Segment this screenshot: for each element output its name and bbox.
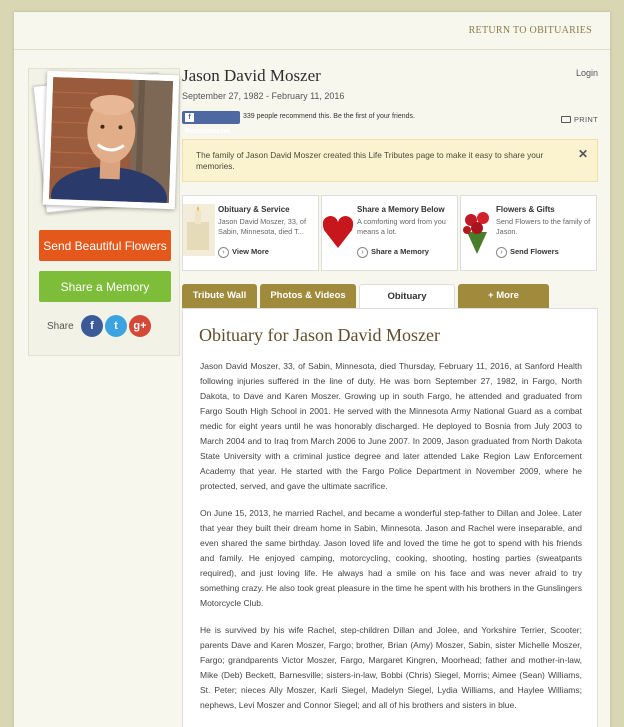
tab-obituary[interactable]: Obituary <box>359 284 455 309</box>
share-row: Share f t g+ <box>29 315 181 341</box>
card-desc: Jason David Moszer, 33, of Sabin, Minnes… <box>218 217 307 236</box>
facebook-logo-icon: f <box>185 113 194 122</box>
portrait-image <box>48 76 174 204</box>
recommend-label: Recommend <box>185 126 231 135</box>
heart-icon <box>322 204 354 256</box>
card-action-label: View More <box>232 247 269 256</box>
card-desc: Send Flowers to the family of Jason. <box>496 217 591 236</box>
obituary-paragraph: Jason David Moszer, 33, of Sabin, Minnes… <box>200 361 582 491</box>
life-dates: September 27, 1982 - February 11, 2016 <box>182 91 345 101</box>
close-icon[interactable]: ✕ <box>578 148 588 160</box>
send-flowers-button[interactable]: Send Beautiful Flowers <box>39 230 171 261</box>
share-label: Share <box>47 321 74 332</box>
arrow-right-icon: › <box>357 247 368 258</box>
send-flowers-link[interactable]: › Send Flowers <box>496 247 559 258</box>
tab-tribute-wall[interactable]: Tribute Wall <box>182 284 257 308</box>
share-memory-link[interactable]: › Share a Memory <box>357 247 429 258</box>
facebook-recommend-button[interactable]: f Recommend <box>182 111 240 135</box>
return-to-obituaries-link[interactable]: RETURN TO OBITUARIES <box>469 25 592 36</box>
obituary-title: Obituary for Jason David Moszer <box>199 325 440 345</box>
sidebar: Send Beautiful Flowers Share a Memory Sh… <box>28 68 180 356</box>
page-container: RETURN TO OBITUARIES Send Beautiful Flow… <box>14 12 610 727</box>
top-bar: RETURN TO OBITUARIES <box>14 12 610 50</box>
card-title: Obituary & Service <box>218 205 290 214</box>
card-flowers-gifts[interactable]: Flowers & Gifts Send Flowers to the fami… <box>460 195 597 271</box>
print-label: PRINT <box>574 115 598 124</box>
photo-stack <box>32 70 181 214</box>
obituary-paragraph: He is survived by his wife Rachel, step-… <box>200 625 582 710</box>
flowers-icon <box>461 204 493 256</box>
obituary-paragraph: On June 15, 2013, he married Rachel, and… <box>200 508 582 608</box>
notice-banner: The family of Jason David Moszer created… <box>182 139 598 182</box>
card-action-label: Send Flowers <box>510 247 559 256</box>
deceased-name: Jason David Moszer <box>182 66 321 85</box>
obituary-text: Jason David Moszer, 33, of Sabin, Minnes… <box>200 359 582 725</box>
card-title: Share a Memory Below <box>357 205 445 214</box>
card-obituary-service[interactable]: Obituary & Service Jason David Moszer, 3… <box>182 195 319 271</box>
tab-photos-videos[interactable]: Photos & Videos <box>260 284 356 308</box>
facebook-share-icon[interactable]: f <box>81 315 103 337</box>
candle-book-icon <box>183 204 215 256</box>
card-title: Flowers & Gifts <box>496 205 555 214</box>
tab-more[interactable]: + More <box>458 284 549 308</box>
arrow-right-icon: › <box>218 247 229 258</box>
recommend-count-text: 339 people recommend this. Be the first … <box>243 113 415 120</box>
card-desc: A comforting word from you means a lot. <box>357 217 446 236</box>
printer-icon <box>561 116 571 123</box>
notice-text: The family of Jason David Moszer created… <box>196 150 544 171</box>
arrow-right-icon: › <box>496 247 507 258</box>
view-more-link[interactable]: › View More <box>218 247 269 258</box>
print-button[interactable]: PRINT <box>561 115 598 124</box>
portrait-photo[interactable] <box>42 70 180 210</box>
obituary-panel: Obituary for Jason David Moszer Jason Da… <box>182 308 598 727</box>
share-memory-button[interactable]: Share a Memory <box>39 271 171 302</box>
login-link[interactable]: Login <box>576 68 598 78</box>
card-action-label: Share a Memory <box>371 247 429 256</box>
googleplus-share-icon[interactable]: g+ <box>129 315 151 337</box>
card-share-memory[interactable]: Share a Memory Below A comforting word f… <box>321 195 458 271</box>
twitter-share-icon[interactable]: t <box>105 315 127 337</box>
